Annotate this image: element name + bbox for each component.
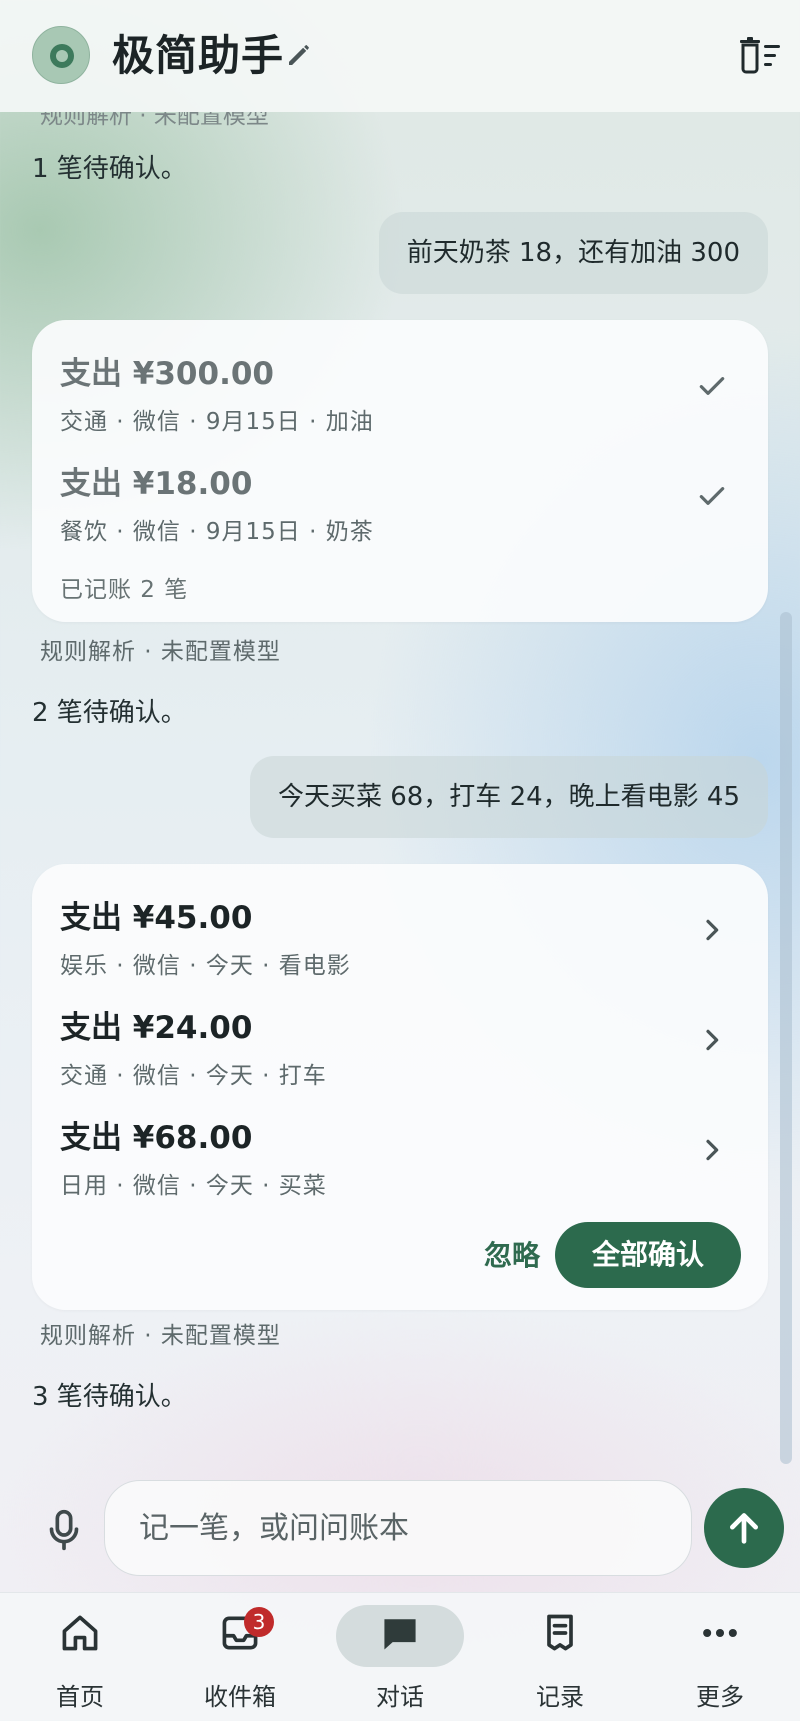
tab-more[interactable]: 更多 xyxy=(640,1593,800,1721)
page-title: 极简助手 xyxy=(112,31,285,80)
entry-detail: 日用 · 微信 · 今天 · 买菜 xyxy=(60,1173,327,1199)
arrow-up-icon xyxy=(730,1513,758,1544)
check-icon xyxy=(699,487,725,505)
chat-scroll-area[interactable]: 规则解析 · 未配置模型 1 笔待确认。 前天奶茶 18，还有加油 300 支出… xyxy=(0,112,800,1464)
message-input[interactable] xyxy=(104,1480,692,1576)
tab-label: 更多 xyxy=(696,1683,744,1711)
booked-entries-card: 支出 ¥300.00 交通 · 微信 · 9月15日 · 加油 支出 ¥18.0… xyxy=(32,320,768,622)
app-header: 极简助手 xyxy=(0,0,800,112)
avatar-dot xyxy=(56,50,68,62)
entry-row[interactable]: 支出 ¥24.00 交通 · 微信 · 今天 · 打车 xyxy=(60,1006,750,1106)
chevron-right-icon xyxy=(706,1029,719,1051)
user-message-bubble[interactable]: 前天奶茶 18，还有加油 300 xyxy=(378,212,768,294)
entry-detail: 交通 · 微信 · 今天 · 打车 xyxy=(60,1063,327,1089)
assistant-avatar[interactable] xyxy=(32,26,90,84)
more-icon xyxy=(703,1628,737,1638)
entry-detail: 餐饮 · 微信 · 9月15日 · 奶茶 xyxy=(60,519,374,545)
entry-amount: 支出 ¥45.00 xyxy=(60,900,253,936)
tab-inbox[interactable]: 3 收件箱 xyxy=(160,1593,320,1721)
edit-pencil-icon[interactable] xyxy=(284,40,314,70)
parse-meta-text: 规则解析 · 未配置模型 xyxy=(40,112,269,129)
chat-scrollbar[interactable] xyxy=(780,612,792,1464)
tab-label: 对话 xyxy=(376,1683,424,1711)
ignore-button[interactable]: 忽略 xyxy=(452,1224,572,1288)
microphone-icon[interactable] xyxy=(44,1508,84,1552)
user-message-bubble[interactable]: 今天买菜 68，打车 24，晚上看电影 45 xyxy=(249,756,768,838)
entry-amount: 支出 ¥300.00 xyxy=(60,356,274,392)
tab-label: 首页 xyxy=(56,1683,104,1711)
entry-amount: 支出 ¥24.00 xyxy=(60,1010,253,1046)
entry-row[interactable]: 支出 ¥18.00 餐饮 · 微信 · 9月15日 · 奶茶 xyxy=(60,462,750,562)
chevron-right-icon xyxy=(706,1139,719,1161)
send-button[interactable] xyxy=(704,1488,784,1568)
entry-row[interactable]: 支出 ¥45.00 娱乐 · 微信 · 今天 · 看电影 xyxy=(60,896,750,996)
home-icon xyxy=(62,1615,98,1651)
entry-amount: 支出 ¥18.00 xyxy=(60,466,253,502)
bottom-nav: 首页 3 收件箱 对话 记录 更多 xyxy=(0,1592,800,1721)
entry-row[interactable]: 支出 ¥68.00 日用 · 微信 · 今天 · 买菜 xyxy=(60,1116,750,1216)
chevron-right-icon xyxy=(706,919,719,941)
tab-home[interactable]: 首页 xyxy=(0,1593,160,1721)
clear-chat-icon[interactable] xyxy=(738,36,782,76)
inbox-badge: 3 xyxy=(244,1607,274,1637)
entry-row[interactable]: 支出 ¥300.00 交通 · 微信 · 9月15日 · 加油 xyxy=(60,352,750,452)
tab-records[interactable]: 记录 xyxy=(480,1593,640,1721)
tab-chat[interactable]: 对话 xyxy=(320,1593,480,1721)
assistant-message: 1 笔待确认。 xyxy=(32,154,187,184)
confirm-all-button[interactable]: 全部确认 xyxy=(555,1222,741,1288)
tab-label: 记录 xyxy=(536,1683,584,1711)
parse-meta-text: 规则解析 · 未配置模型 xyxy=(40,639,281,665)
tab-label: 收件箱 xyxy=(204,1683,276,1711)
entry-amount: 支出 ¥68.00 xyxy=(60,1120,253,1156)
parse-meta-text: 规则解析 · 未配置模型 xyxy=(40,1323,281,1349)
receipt-icon xyxy=(547,1614,573,1651)
pending-entries-card: 支出 ¥45.00 娱乐 · 微信 · 今天 · 看电影 支出 ¥24.00 交… xyxy=(32,864,768,1310)
chat-icon xyxy=(384,1619,416,1650)
entry-detail: 交通 · 微信 · 9月15日 · 加油 xyxy=(60,409,374,435)
entry-detail: 娱乐 · 微信 · 今天 · 看电影 xyxy=(60,953,351,979)
assistant-message: 2 笔待确认。 xyxy=(32,698,187,728)
check-icon xyxy=(699,377,725,395)
booked-count-note: 已记账 2 笔 xyxy=(60,577,189,603)
composer xyxy=(0,1464,800,1592)
assistant-message: 3 笔待确认。 xyxy=(32,1382,187,1412)
